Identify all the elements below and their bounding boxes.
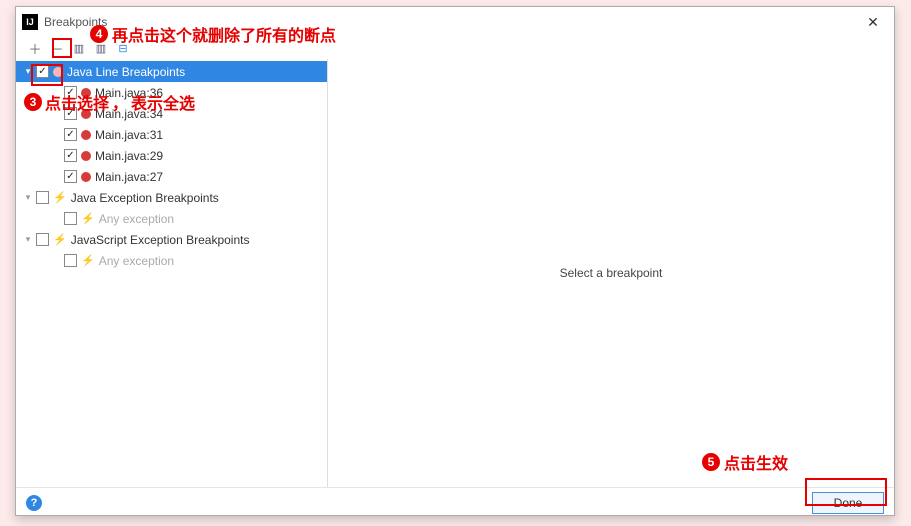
checkbox[interactable] — [64, 128, 77, 141]
tree-node-label: Java Exception Breakpoints — [71, 191, 219, 205]
breakpoints-tree[interactable]: ▾ Java Line Breakpoints Main.java:36 Mai… — [16, 59, 328, 487]
tree-node-label: Main.java:29 — [95, 149, 163, 163]
tree-node-js-exception[interactable]: ▾ ⚡ JavaScript Exception Breakpoints — [16, 229, 327, 250]
content-area: ▾ Java Line Breakpoints Main.java:36 Mai… — [16, 59, 894, 487]
annotation-box-checkbox — [31, 64, 63, 86]
exception-icon: ⚡ — [53, 233, 67, 246]
tree-node-java-exception[interactable]: ▾ ⚡ Java Exception Breakpoints — [16, 187, 327, 208]
checkbox[interactable] — [64, 107, 77, 120]
breakpoint-icon — [81, 151, 91, 161]
footer: ? Done — [16, 487, 894, 517]
tree-node-label: Main.java:34 — [95, 107, 163, 121]
checkbox[interactable] — [64, 212, 77, 225]
exception-icon: ⚡ — [81, 212, 95, 225]
tree-node-label: JavaScript Exception Breakpoints — [71, 233, 250, 247]
breakpoint-icon — [81, 109, 91, 119]
checkbox[interactable] — [64, 149, 77, 162]
group-by-file-button[interactable]: ▥ — [90, 38, 112, 58]
exception-icon: ⚡ — [81, 254, 95, 267]
collapse-all-button[interactable]: ⊟ — [112, 38, 134, 58]
exception-icon: ⚡ — [53, 191, 67, 204]
annotation-box-done — [805, 478, 887, 506]
annotation-box-remove — [52, 38, 72, 58]
app-icon: IJ — [22, 14, 38, 30]
detail-pane: Select a breakpoint — [328, 59, 894, 487]
close-icon[interactable]: ✕ — [858, 7, 888, 37]
tree-node-label: Any exception — [99, 212, 174, 226]
breakpoint-icon — [81, 172, 91, 182]
tree-node-any-exception[interactable]: ⚡ Any exception — [16, 208, 327, 229]
breakpoint-icon — [81, 130, 91, 140]
detail-placeholder: Select a breakpoint — [560, 266, 663, 280]
checkbox[interactable] — [36, 191, 49, 204]
checkbox[interactable] — [36, 233, 49, 246]
tree-node-label: Any exception — [99, 254, 174, 268]
tree-node-label: Main.java:27 — [95, 170, 163, 184]
help-icon[interactable]: ? — [26, 495, 42, 511]
breakpoints-dialog: IJ Breakpoints ✕ ＋ － ▥ ▥ ⊟ ▾ Java Line B… — [15, 6, 895, 516]
chevron-down-icon[interactable]: ▾ — [22, 234, 34, 246]
checkbox[interactable] — [64, 86, 77, 99]
tree-node-label: Main.java:31 — [95, 128, 163, 142]
tree-node-breakpoint[interactable]: Main.java:27 — [16, 166, 327, 187]
tree-node-any-exception[interactable]: ⚡ Any exception — [16, 250, 327, 271]
tree-node-breakpoint[interactable]: Main.java:29 — [16, 145, 327, 166]
tree-node-breakpoint[interactable]: Main.java:34 — [16, 103, 327, 124]
checkbox[interactable] — [64, 170, 77, 183]
chevron-down-icon[interactable]: ▾ — [22, 192, 34, 204]
tree-node-breakpoint[interactable]: Main.java:31 — [16, 124, 327, 145]
breakpoint-icon — [81, 88, 91, 98]
add-button[interactable]: ＋ — [24, 38, 46, 58]
window-title: Breakpoints — [44, 15, 107, 29]
toolbar: ＋ － ▥ ▥ ⊟ — [16, 37, 894, 59]
tree-node-label: Main.java:36 — [95, 86, 163, 100]
checkbox[interactable] — [64, 254, 77, 267]
titlebar: IJ Breakpoints ✕ — [16, 7, 894, 37]
tree-node-label: Java Line Breakpoints — [67, 65, 185, 79]
